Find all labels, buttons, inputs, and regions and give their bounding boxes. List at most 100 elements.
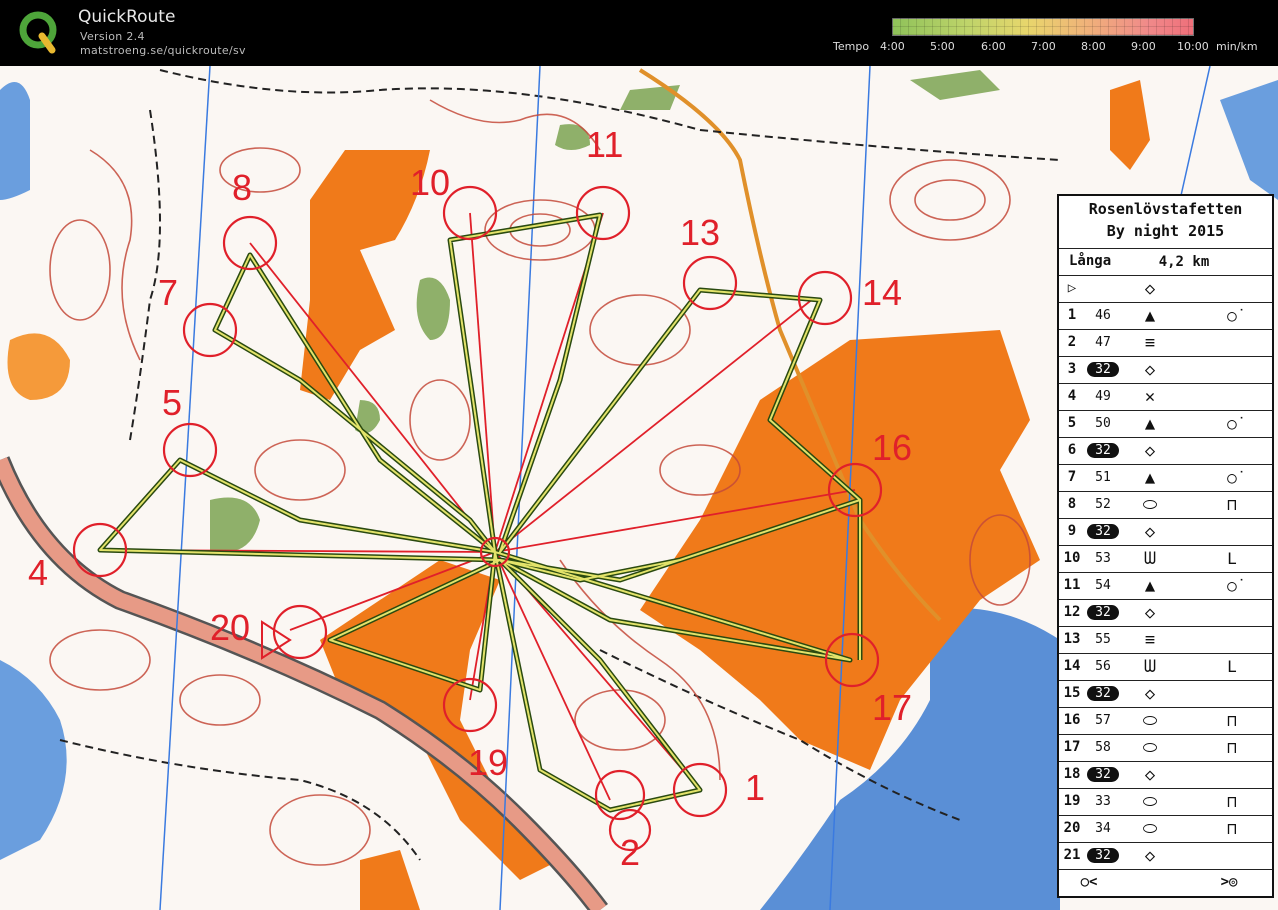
legend-control-row: 10 53 ᗯ L	[1059, 545, 1272, 573]
control-code: 55	[1095, 632, 1111, 647]
footer-right: >◎	[1220, 874, 1238, 890]
tempo-color-scale-grid	[892, 18, 1194, 36]
legend-control-row: 5 50 ▲ ○̇	[1059, 410, 1272, 438]
legend-class-row: Långa 4,2 km	[1059, 248, 1272, 276]
tempo-tick: 10:00	[1177, 40, 1209, 53]
tempo-tick: 5:00	[930, 40, 955, 53]
tempo-tick: 6:00	[981, 40, 1006, 53]
feature-symbol-icon: ◇	[1144, 360, 1156, 380]
control-label: 14	[862, 272, 902, 313]
detail-symbol-icon	[1219, 332, 1245, 354]
control-code: 52	[1095, 497, 1111, 512]
tempo-tick: 8:00	[1081, 40, 1106, 53]
tempo-tick: 9:00	[1131, 40, 1156, 53]
control-code: 32	[1087, 524, 1119, 539]
feature-symbol-icon: ▲	[1144, 576, 1156, 596]
control-description-sheet: Rosenlövstafetten By night 2015 Långa 4,…	[1057, 194, 1274, 898]
detail-symbol-icon	[1219, 386, 1245, 408]
control-label: 2	[620, 832, 640, 873]
detail-symbol-icon	[1219, 683, 1245, 705]
legend-control-row: 1 46 ▲ ○̇	[1059, 302, 1272, 330]
control-number: 5	[1067, 415, 1077, 431]
class-name: Långa	[1069, 253, 1112, 269]
feature-symbol-icon: ⬭	[1142, 738, 1158, 758]
detail-symbol-icon: ⊓	[1227, 711, 1237, 730]
detail-symbol-icon	[1219, 764, 1245, 786]
feature-symbol-icon: ≡	[1144, 630, 1156, 650]
legend-control-row: 18 32 ◇	[1059, 761, 1272, 789]
control-number: 16	[1063, 712, 1081, 728]
control-number: 13	[1063, 631, 1081, 647]
detail-symbol-icon: L	[1227, 657, 1237, 676]
control-code: 34	[1095, 821, 1111, 836]
control-code: 32	[1087, 686, 1119, 701]
app-url[interactable]: matstroeng.se/quickroute/sv	[80, 44, 246, 57]
legend-control-row: 4 49 ✕	[1059, 383, 1272, 411]
control-code: 50	[1095, 416, 1111, 431]
feature-symbol-icon: ⬭	[1142, 495, 1158, 515]
start-symbol: ▷	[1067, 280, 1077, 296]
feature-symbol-icon: ▲	[1144, 306, 1156, 326]
feature-symbol-icon: ⬭	[1142, 792, 1158, 812]
control-number: 9	[1067, 523, 1077, 539]
detail-symbol-icon	[1219, 521, 1245, 543]
control-number: 11	[1063, 577, 1081, 593]
control-label: 19	[468, 742, 508, 783]
feature-symbol-icon: ⬭	[1142, 819, 1158, 839]
footer-left: ○<	[1080, 874, 1098, 890]
control-code: 32	[1087, 362, 1119, 377]
control-number: 2	[1067, 334, 1077, 350]
tempo-unit: min/km	[1216, 40, 1258, 53]
app-title: QuickRoute	[78, 7, 176, 27]
control-number: 15	[1063, 685, 1081, 701]
legend-control-row: 15 32 ◇	[1059, 680, 1272, 708]
detail-symbol-icon	[1219, 440, 1245, 462]
feature-symbol-icon: ▲	[1144, 414, 1156, 434]
control-label: 17	[872, 687, 912, 728]
legend-control-row: 14 56 ᗯ L	[1059, 653, 1272, 681]
control-code: 53	[1095, 551, 1111, 566]
control-number: 4	[1067, 388, 1077, 404]
control-number: 10	[1063, 550, 1081, 566]
control-label: 7	[158, 272, 178, 313]
detail-symbol-icon	[1219, 629, 1245, 651]
lake-area	[0, 82, 30, 200]
feature-symbol-icon: ✕	[1144, 387, 1156, 407]
feature-symbol-icon: ◇	[1144, 441, 1156, 461]
detail-symbol-icon	[1219, 359, 1245, 381]
legend-footer: ○< >◎	[1059, 869, 1272, 897]
feature-symbol-icon: ⬭	[1142, 711, 1158, 731]
control-number: 8	[1067, 496, 1077, 512]
control-number: 17	[1063, 739, 1081, 755]
legend-control-row: 19 33 ⬭ ⊓	[1059, 788, 1272, 816]
legend-control-row: 20 34 ⬭ ⊓	[1059, 815, 1272, 843]
legend-start-row: ▷ ◇	[1059, 275, 1272, 303]
orienteering-map[interactable]: 1 2 4 5 7 8 10 11 13 14 16 17 19 20 Rose…	[0, 66, 1278, 910]
control-code: 51	[1095, 470, 1111, 485]
feature-symbol-icon: ᗯ	[1143, 657, 1157, 677]
detail-symbol-icon: ○̇	[1227, 576, 1237, 595]
control-code: 46	[1095, 308, 1111, 323]
control-label: 5	[162, 382, 182, 423]
legend-control-row: 12 32 ◇	[1059, 599, 1272, 627]
control-code: 32	[1087, 605, 1119, 620]
control-label: 4	[28, 552, 48, 593]
control-code: 32	[1087, 848, 1119, 863]
legend-control-row: 9 32 ◇	[1059, 518, 1272, 546]
detail-symbol-icon: ○̇	[1227, 468, 1237, 487]
detail-symbol-icon: ○̇	[1227, 306, 1237, 325]
detail-symbol-icon: ⊓	[1227, 738, 1237, 757]
detail-symbol-icon	[1219, 845, 1245, 867]
control-number: 21	[1063, 847, 1081, 863]
feature-symbol-icon: ▲	[1144, 468, 1156, 488]
legend-control-row: 7 51 ▲ ○̇	[1059, 464, 1272, 492]
control-code: 57	[1095, 713, 1111, 728]
legend-subtitle: By night 2015	[1106, 222, 1225, 240]
control-label: 10	[410, 162, 450, 203]
control-number: 7	[1067, 469, 1077, 485]
control-label: 8	[232, 167, 252, 208]
control-code: 33	[1095, 794, 1111, 809]
control-code: 32	[1087, 443, 1119, 458]
control-label: 13	[680, 212, 720, 253]
start-feature-symbol: ◇	[1144, 279, 1156, 299]
